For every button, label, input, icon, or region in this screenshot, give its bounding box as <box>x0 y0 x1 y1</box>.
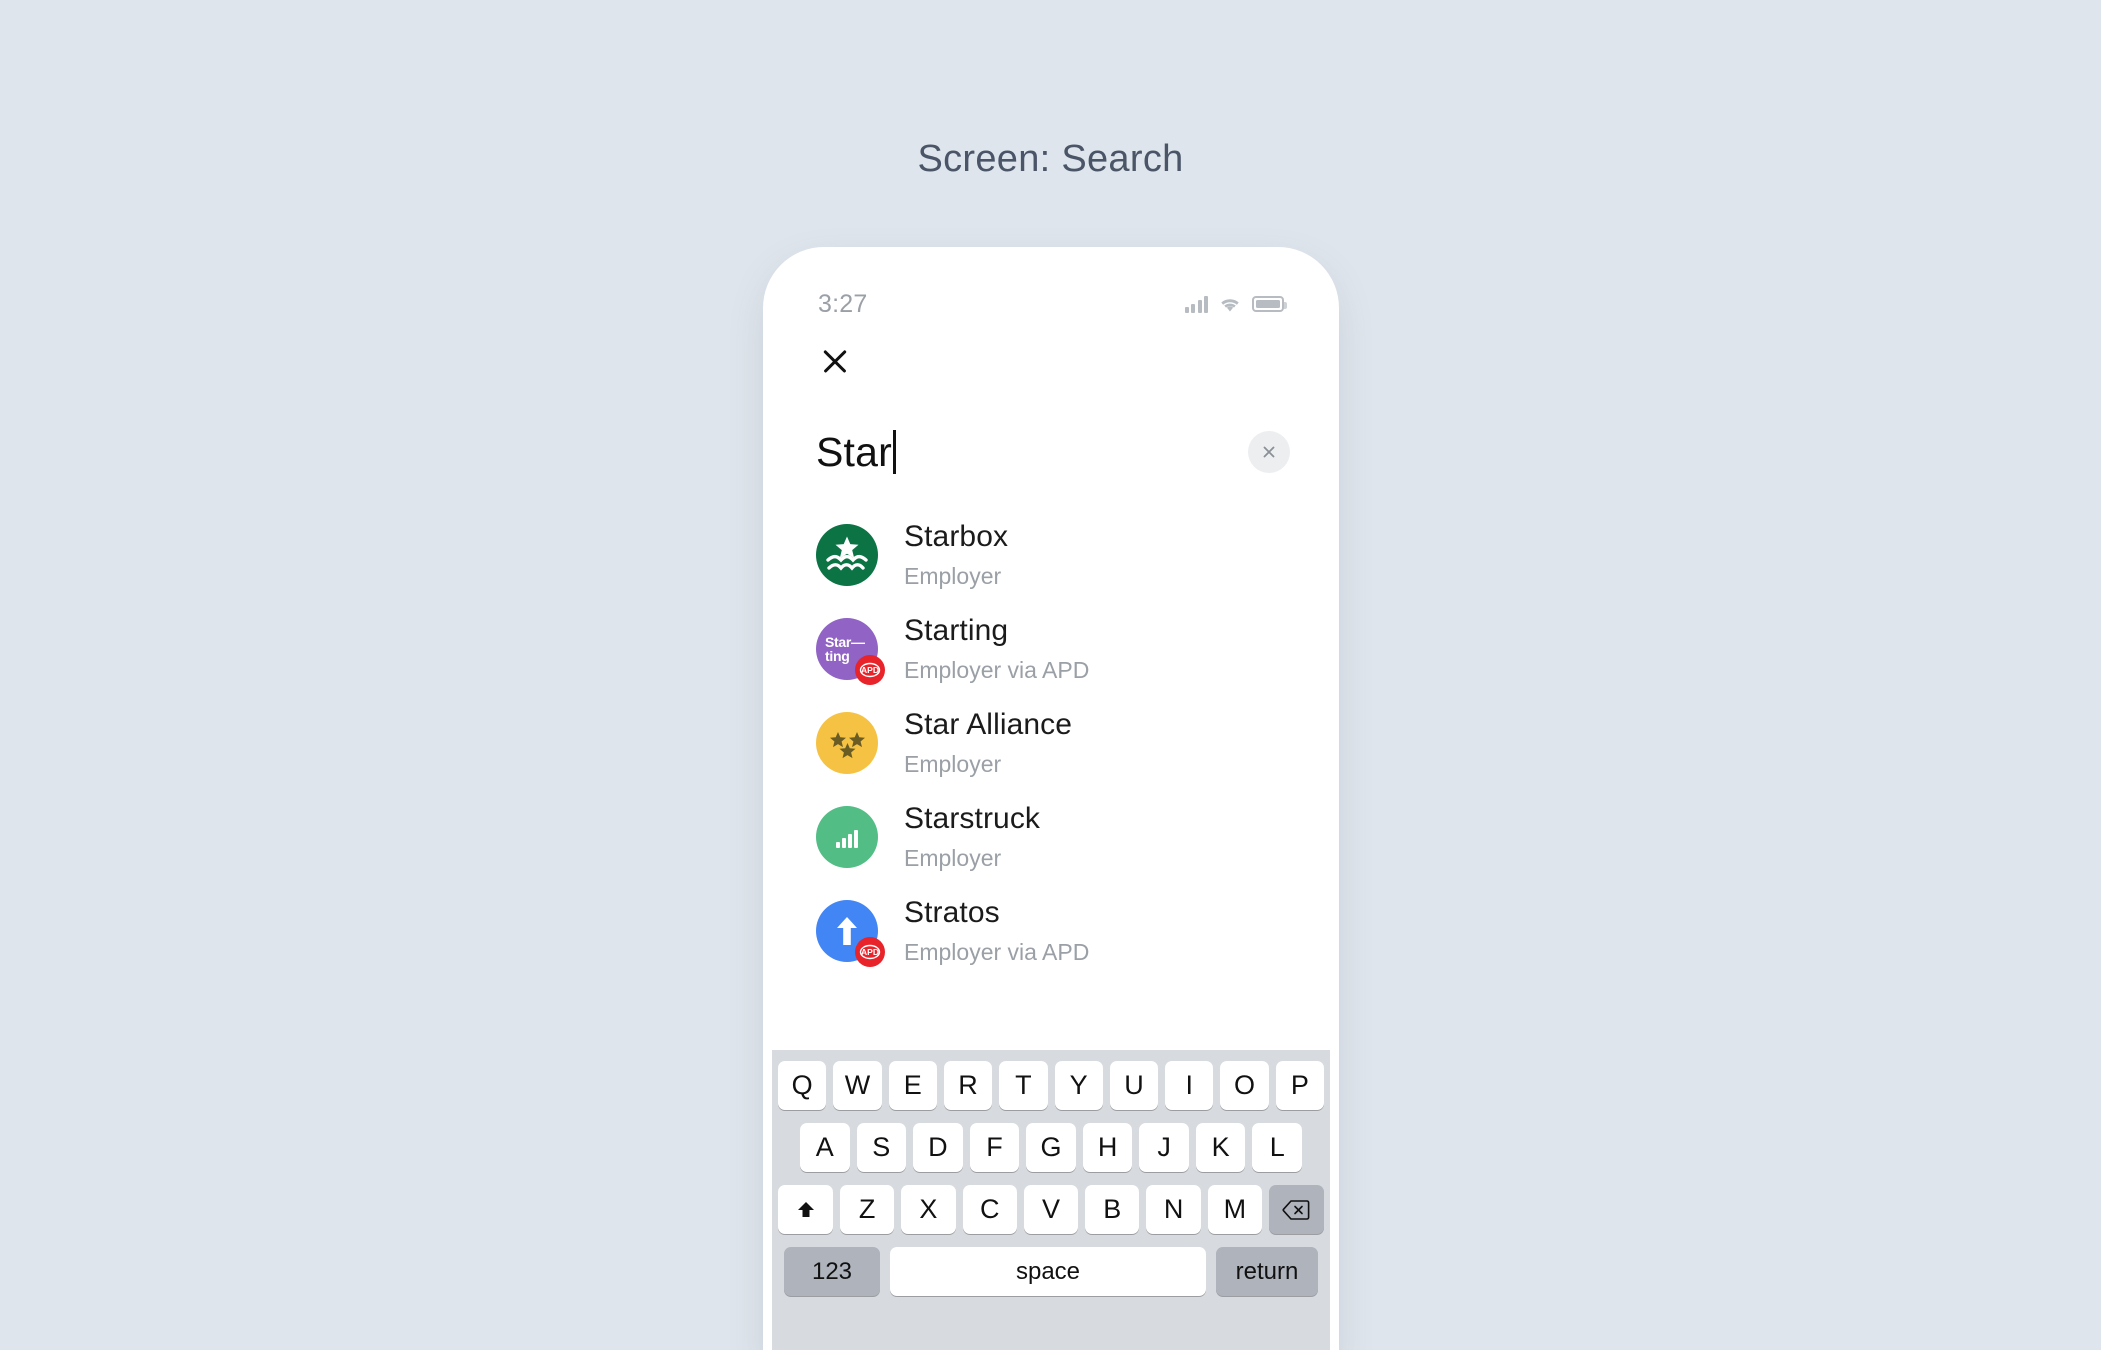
search-input-value: Star <box>816 428 892 475</box>
key-q[interactable]: Q <box>778 1061 827 1110</box>
clear-circle-icon[interactable] <box>1248 431 1290 473</box>
virtual-keyboard: Q W E R T Y U I O P A S D F G H J K L Z … <box>772 1050 1330 1350</box>
list-item-subtitle: Employer <box>904 563 1002 590</box>
starbox-logo <box>816 524 878 586</box>
key-n[interactable]: N <box>1146 1185 1201 1234</box>
shift-icon[interactable] <box>778 1185 834 1234</box>
list-item[interactable]: Star— ting APD Starting Employer via APD <box>772 602 1330 696</box>
key-t[interactable]: T <box>999 1061 1048 1110</box>
list-item-subtitle: Employer via APD <box>904 657 1090 684</box>
list-item-text: Star Alliance Employer <box>904 706 1072 780</box>
list-item-text: Starbox Employer <box>904 518 1008 592</box>
key-l[interactable]: L <box>1252 1123 1303 1172</box>
key-b[interactable]: B <box>1085 1185 1140 1234</box>
star-alliance-logo <box>816 712 878 774</box>
status-time: 3:27 <box>818 289 868 318</box>
avatar <box>816 712 878 774</box>
cellular-signal-icon <box>1184 295 1208 313</box>
key-z[interactable]: Z <box>840 1185 895 1234</box>
page-root: Screen: Search 3:27 Star Starbox Employe… <box>0 0 2101 1350</box>
battery-icon <box>1252 296 1287 312</box>
key-y[interactable]: Y <box>1054 1061 1103 1110</box>
search-results-list: Starbox Employer Star— ting APD Starting… <box>772 492 1330 978</box>
starting-logo-line1: Star— <box>825 634 865 650</box>
list-item[interactable]: APD Stratos Employer via APD <box>772 884 1330 978</box>
list-item-text: Starstruck Employer <box>904 800 1040 874</box>
key-r[interactable]: R <box>943 1061 993 1110</box>
key-u[interactable]: U <box>1109 1061 1159 1110</box>
avatar <box>816 806 878 868</box>
search-input[interactable]: Star <box>816 429 1248 476</box>
starstruck-logo <box>816 806 878 868</box>
key-w[interactable]: W <box>833 1061 882 1110</box>
list-item-text: Starting Employer via APD <box>904 612 1089 686</box>
numbers-key[interactable]: 123 <box>784 1247 880 1296</box>
list-item[interactable]: Star Alliance Employer <box>772 696 1330 790</box>
key-p[interactable]: P <box>1275 1061 1324 1110</box>
keyboard-row-3: Z X C V B N M <box>778 1185 1324 1234</box>
list-item-subtitle: Employer <box>904 751 1002 778</box>
apd-badge-icon: APD <box>855 937 885 967</box>
text-caret <box>893 430 896 474</box>
key-f[interactable]: F <box>969 1123 1020 1172</box>
list-item-title: Starstruck <box>904 801 1041 835</box>
key-v[interactable]: V <box>1023 1185 1079 1234</box>
list-item-title: Stratos <box>904 895 1000 929</box>
key-e[interactable]: E <box>888 1061 937 1110</box>
status-icons <box>1184 295 1287 313</box>
return-key[interactable]: return <box>1216 1247 1318 1296</box>
list-item-title: Starting <box>904 613 1009 647</box>
svg-text:APD: APD <box>861 665 879 675</box>
key-a[interactable]: A <box>799 1123 850 1172</box>
list-item[interactable]: Starbox Employer <box>772 508 1330 602</box>
list-item-subtitle: Employer via APD <box>904 939 1090 966</box>
backspace-icon[interactable] <box>1268 1185 1324 1234</box>
list-item-subtitle: Employer <box>904 845 1002 872</box>
space-key[interactable]: space <box>890 1247 1206 1296</box>
key-m[interactable]: M <box>1207 1185 1262 1234</box>
search-bar: Star <box>772 396 1330 492</box>
key-x[interactable]: X <box>901 1185 956 1234</box>
key-j[interactable]: J <box>1139 1123 1189 1172</box>
svg-text:APD: APD <box>861 947 879 957</box>
close-icon[interactable] <box>818 344 852 378</box>
key-d[interactable]: D <box>913 1123 963 1172</box>
avatar: Star— ting APD <box>816 618 885 685</box>
key-h[interactable]: H <box>1082 1123 1133 1172</box>
keyboard-row-2: A S D F G H J K L <box>778 1123 1324 1172</box>
key-s[interactable]: S <box>856 1123 907 1172</box>
list-item-title: Starbox <box>904 519 1009 553</box>
key-g[interactable]: G <box>1026 1123 1076 1172</box>
key-k[interactable]: K <box>1195 1123 1246 1172</box>
keyboard-row-4: 123 space return <box>778 1247 1324 1296</box>
list-item-text: Stratos Employer via APD <box>904 894 1089 968</box>
status-bar: 3:27 <box>772 256 1330 330</box>
list-item-title: Star Alliance <box>904 707 1073 741</box>
key-c[interactable]: C <box>962 1185 1017 1234</box>
avatar: APD <box>816 900 885 967</box>
list-item[interactable]: Starstruck Employer <box>772 790 1330 884</box>
wifi-icon <box>1219 296 1241 313</box>
apd-badge-icon: APD <box>855 655 885 685</box>
key-o[interactable]: O <box>1220 1061 1269 1110</box>
avatar <box>816 524 878 586</box>
keyboard-row-1: Q W E R T Y U I O P <box>778 1061 1324 1110</box>
key-i[interactable]: I <box>1165 1061 1214 1110</box>
page-title: Screen: Search <box>917 138 1184 180</box>
phone-frame: 3:27 Star Starbox Employer Star— ting AP… <box>772 256 1330 1350</box>
header-bar <box>772 330 1330 396</box>
